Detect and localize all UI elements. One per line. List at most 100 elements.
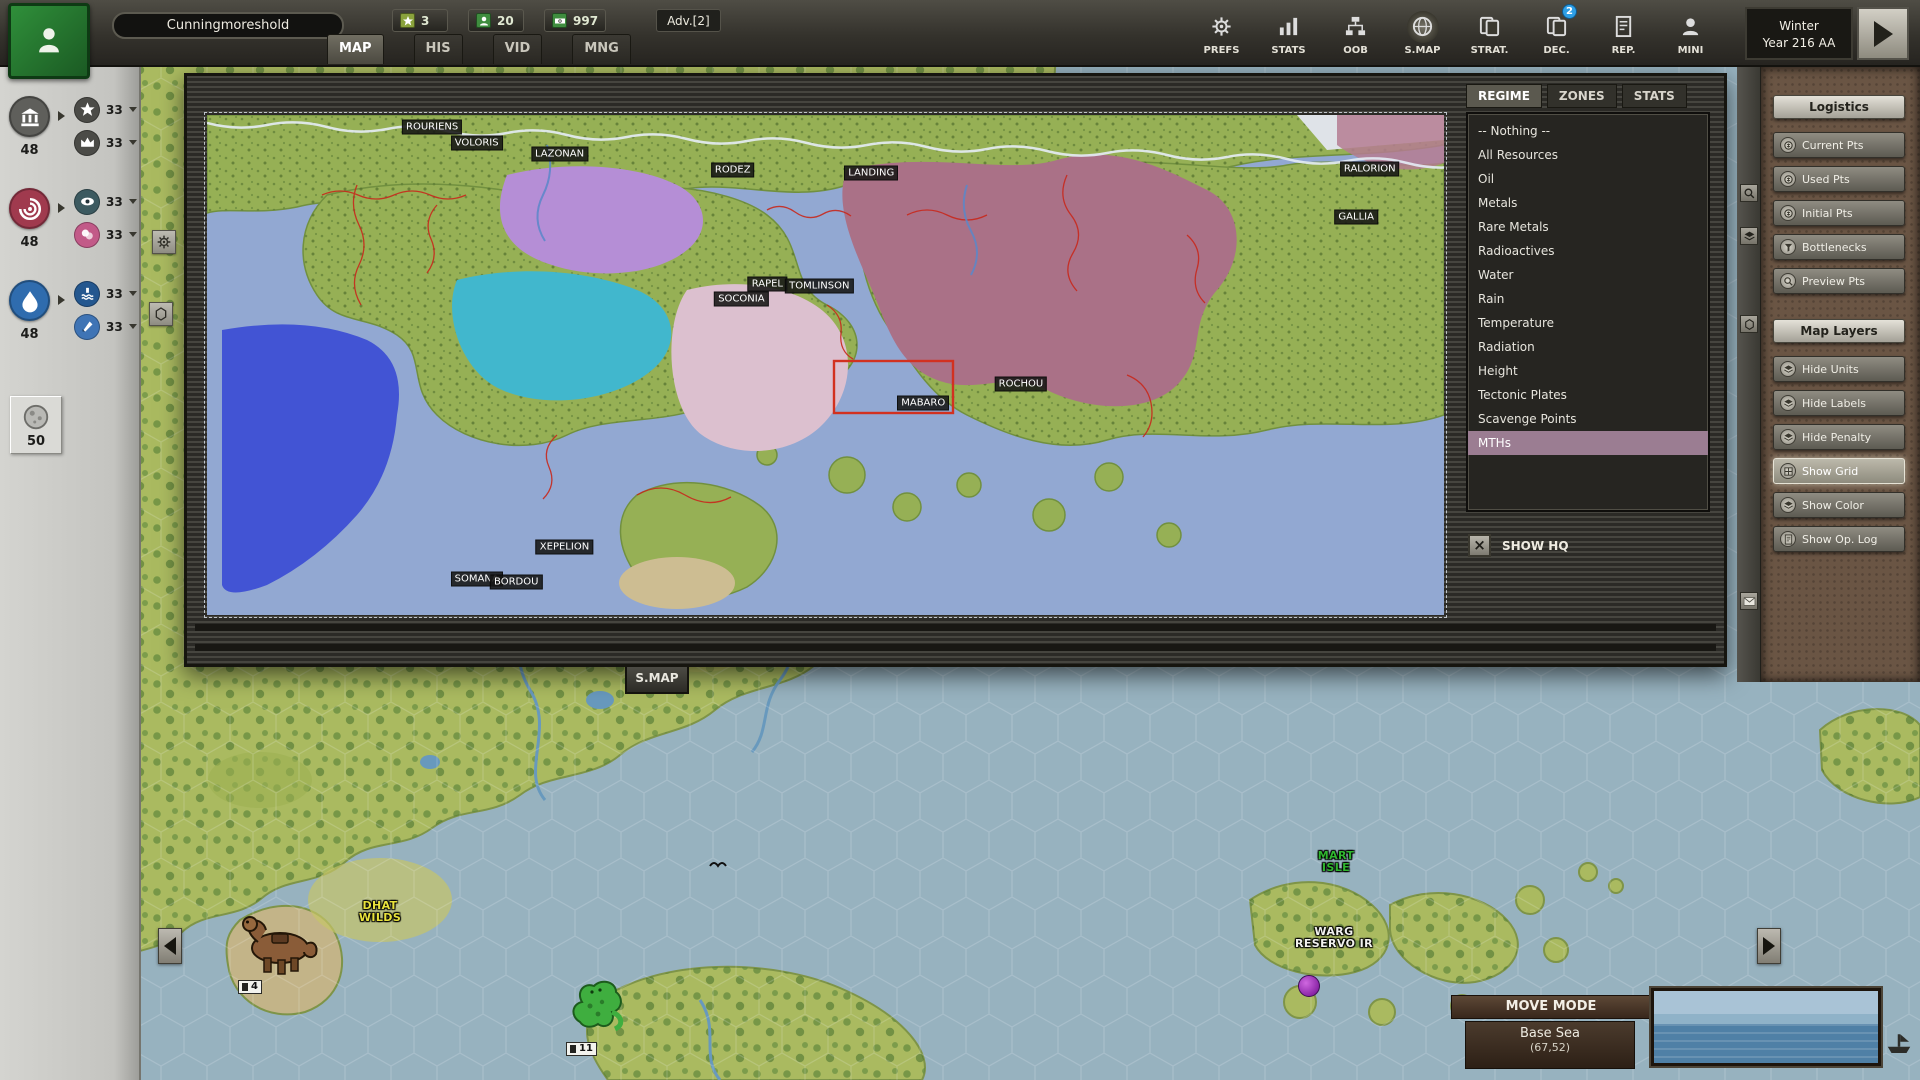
smap-window-tab[interactable]: S.MAP: [625, 667, 689, 694]
layer-item-height[interactable]: Height: [1468, 359, 1708, 383]
chevron-down-icon: [129, 232, 137, 237]
panel-tab-regime[interactable]: REGIME: [1466, 84, 1542, 108]
maplayer-show-op-log-button[interactable]: Show Op. Log: [1773, 526, 1905, 552]
layer-item-rare-metals[interactable]: Rare Metals: [1468, 215, 1708, 239]
tab-vid[interactable]: VID: [493, 34, 543, 64]
council-sub-row[interactable]: 33: [74, 129, 137, 156]
strip-magnifier-button[interactable]: [1740, 184, 1758, 202]
maplayer-hide-penalty-button[interactable]: Hide Penalty: [1773, 424, 1905, 450]
panel-tabs: REGIMEZONESSTATS: [1466, 84, 1714, 108]
smap-city-label: VOLORIS: [451, 136, 503, 151]
menu-mini-button[interactable]: MINI: [1657, 1, 1724, 65]
purple-unit-token[interactable]: [1298, 975, 1320, 997]
chevron-down-icon: [129, 107, 137, 112]
menu-dec-button[interactable]: DEC.2: [1523, 1, 1590, 65]
menu-strat-button[interactable]: STRAT.: [1456, 1, 1523, 65]
crown-icon: [79, 134, 96, 151]
council-sub-value: 33: [106, 287, 123, 301]
council-sub-value: 33: [106, 136, 123, 150]
menu-label: REP.: [1612, 45, 1636, 56]
unit-lizard[interactable]: 11: [562, 972, 650, 1060]
chevron-right-icon: [58, 295, 65, 305]
window-divider: [195, 624, 1716, 631]
layer-item-mths[interactable]: MTHs: [1468, 431, 1708, 455]
menu-s-map-button[interactable]: S.MAP: [1389, 1, 1456, 65]
tile-preview-image: [1651, 988, 1881, 1066]
map-scroll-left-button[interactable]: [158, 928, 182, 964]
layer-item-radiation[interactable]: Radiation: [1468, 335, 1708, 359]
resource-chip: 997: [544, 9, 606, 32]
menu-stats-button[interactable]: STATS: [1255, 1, 1322, 65]
panel-tab-stats[interactable]: STATS: [1622, 84, 1687, 108]
smap-city-label: SOCONIA: [714, 291, 768, 306]
strip-hex-button[interactable]: [1740, 315, 1758, 333]
menu-prefs-button[interactable]: PREFS: [1188, 1, 1255, 65]
layer-item-metals[interactable]: Metals: [1468, 191, 1708, 215]
unit-beast[interactable]: 4: [234, 910, 322, 998]
maplayer-hide-labels-button[interactable]: Hide Labels: [1773, 390, 1905, 416]
button-label: Bottlenecks: [1802, 241, 1867, 254]
council-main-button[interactable]: [9, 96, 50, 137]
advisor-chip[interactable]: Adv.[2]: [656, 9, 721, 32]
menu-oob-button[interactable]: OOB: [1322, 1, 1389, 65]
show-hq-checkbox[interactable]: ×: [1468, 534, 1491, 557]
menu-buttons: PREFSSTATS OOB S.MAPSTRAT.DEC.2 REP. MINI: [1188, 1, 1730, 65]
layer-icon: [1783, 500, 1794, 511]
smap-city-label: ROURIENS: [402, 120, 462, 135]
maplayer-show-grid-button[interactable]: Show Grid: [1773, 458, 1905, 484]
end-turn-button[interactable]: [1857, 7, 1909, 60]
council-sub-row[interactable]: 33: [74, 313, 137, 340]
settlement-name[interactable]: Cunningmoreshold: [112, 12, 344, 39]
unit-count-badge: 4: [238, 980, 262, 994]
map-scroll-right-button[interactable]: [1757, 928, 1781, 964]
gear-icon: [156, 234, 172, 250]
layer-item-water[interactable]: Water: [1468, 263, 1708, 287]
maplayer-hide-units-button[interactable]: Hide Units: [1773, 356, 1905, 382]
side-tool-button-1[interactable]: [152, 230, 176, 254]
council-sub-row[interactable]: 33: [74, 221, 137, 248]
button-label: Current Pts: [1802, 139, 1864, 152]
menu-label: OOB: [1343, 45, 1368, 56]
logistics-bottlenecks-button[interactable]: Bottlenecks: [1773, 234, 1905, 260]
council-sub-row[interactable]: 33: [74, 188, 137, 215]
person-icon: [1679, 15, 1702, 38]
logistics-current-pts-button[interactable]: Current Pts: [1773, 132, 1905, 158]
points-icon: [1783, 174, 1794, 185]
war-icon: [17, 196, 43, 222]
layer-item-temperature[interactable]: Temperature: [1468, 311, 1708, 335]
resource-chip: 3: [392, 9, 448, 32]
logistics-used-pts-button[interactable]: Used Pts: [1773, 166, 1905, 192]
logistics-initial-pts-button[interactable]: Initial Pts: [1773, 200, 1905, 226]
layer-item-all-resources[interactable]: All Resources: [1468, 143, 1708, 167]
side-tool-button-2[interactable]: [149, 302, 173, 326]
council-sub-row[interactable]: 33: [74, 96, 137, 123]
show-hq-row: × SHOW HQ: [1468, 534, 1569, 557]
menu-rep-button[interactable]: REP.: [1590, 1, 1657, 65]
panel-tab-zones[interactable]: ZONES: [1547, 84, 1617, 108]
logistics-preview-pts-button[interactable]: Preview Pts: [1773, 268, 1905, 294]
tab-his[interactable]: HIS: [414, 34, 463, 64]
hex-icon: [153, 306, 169, 322]
layer-item-radioactives[interactable]: Radioactives: [1468, 239, 1708, 263]
tab-mng[interactable]: MNG: [572, 34, 631, 64]
council-sub-row[interactable]: 33: [74, 280, 137, 307]
layer-item-nothing[interactable]: -- Nothing --: [1468, 119, 1708, 143]
council-main-button[interactable]: [9, 280, 50, 321]
layer-item-oil[interactable]: Oil: [1468, 167, 1708, 191]
layer-item-tectonic-plates[interactable]: Tectonic Plates: [1468, 383, 1708, 407]
strip-layer-button[interactable]: [1740, 227, 1758, 245]
map-label: WARG RESERVO IR: [1295, 926, 1373, 950]
strip-envelope-button[interactable]: [1740, 592, 1758, 610]
strategic-map[interactable]: ROURIENSVOLORISLAZONANRODEZLANDINGRALORI…: [207, 115, 1444, 615]
faction-emblem[interactable]: [8, 3, 90, 79]
council-main-button[interactable]: [9, 188, 50, 229]
tab-map[interactable]: MAP: [327, 34, 384, 64]
envelope-icon: [1743, 595, 1756, 608]
planet-status-button[interactable]: 50: [10, 396, 62, 454]
map-label: MART ISLE: [1318, 850, 1355, 874]
maplayer-show-color-button[interactable]: Show Color: [1773, 492, 1905, 518]
layer-item-rain[interactable]: Rain: [1468, 287, 1708, 311]
council-group: 483333: [0, 280, 141, 368]
button-label: Hide Units: [1802, 363, 1859, 376]
layer-item-scavenge-points[interactable]: Scavenge Points: [1468, 407, 1708, 431]
